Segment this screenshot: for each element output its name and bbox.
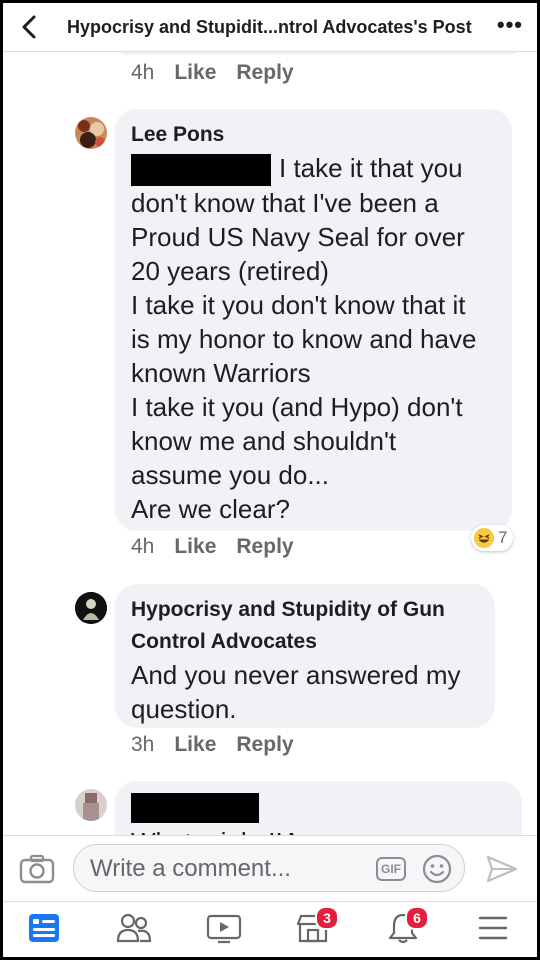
like-button[interactable]: Like: [174, 733, 216, 756]
reaction-summary[interactable]: 7: [471, 525, 514, 551]
comment-time: 3h: [131, 733, 155, 756]
profile-photo-icon: [75, 117, 107, 149]
notifications-tab[interactable]: 6: [385, 906, 429, 948]
comment-bubble: Hypocrisy and Stupidity of Gun Control A…: [115, 584, 495, 728]
reply-button[interactable]: Reply: [236, 535, 293, 558]
comment-composer: Write a comment... GIF: [3, 835, 537, 902]
comments-feed[interactable]: 4h Like Reply Lee Pons I take it that you …: [3, 51, 537, 835]
comment-bubble: Lee Pons I take it that you don't know t…: [115, 109, 512, 531]
comment-input[interactable]: Write a comment... GIF: [73, 844, 465, 892]
like-button[interactable]: Like: [174, 535, 216, 558]
menu-tab[interactable]: [477, 912, 517, 948]
redacted-name: [131, 154, 271, 187]
comment-bubble: What a joke!!Are we: [115, 781, 522, 835]
camera-icon[interactable]: [19, 854, 55, 884]
reaction-count: 7: [498, 528, 508, 547]
menu-icon: [478, 916, 508, 940]
bottom-navigation: 3 6: [3, 901, 537, 957]
comment-meta: 3h Like Reply: [131, 733, 314, 757]
marketplace-tab[interactable]: 3: [295, 906, 339, 948]
comment-meta: 4h Like Reply: [131, 535, 314, 559]
comment-author[interactable]: Lee Pons: [131, 119, 496, 151]
blurred-profile-photo-icon: [75, 789, 107, 821]
news-feed-icon: [29, 914, 59, 942]
friends-tab[interactable]: [116, 912, 156, 948]
watch-tab[interactable]: [206, 912, 246, 948]
send-icon[interactable]: [485, 854, 519, 884]
screen: Hypocrisy and Stupidit...ntrol Advocates…: [3, 3, 537, 957]
reply-button[interactable]: Reply: [236, 733, 293, 756]
more-options-button[interactable]: •••: [497, 14, 523, 36]
news-feed-tab[interactable]: [27, 912, 67, 948]
marketplace-badge: 3: [315, 906, 339, 930]
comment-text: What a joke!!Are we: [131, 825, 506, 835]
comment-time: 4h: [131, 61, 155, 84]
page-profile-photo-icon: [75, 592, 107, 624]
gif-button[interactable]: GIF: [376, 857, 406, 881]
comment-text: And you never answered my question.: [131, 660, 461, 724]
comment-time: 4h: [131, 535, 155, 558]
notifications-badge: 6: [405, 906, 429, 930]
avatar[interactable]: [75, 592, 107, 624]
page-title: Hypocrisy and Stupidit...ntrol Advocates…: [67, 17, 472, 37]
comment-text: I take it that you don't know that I've …: [131, 153, 477, 525]
comment-meta: 4h Like Reply: [131, 61, 314, 85]
comment-author[interactable]: Hypocrisy and Stupidity of Gun Control A…: [131, 594, 479, 658]
watch-icon: [206, 914, 242, 944]
comment-input-placeholder: Write a comment...: [90, 855, 291, 882]
like-button[interactable]: Like: [174, 61, 216, 84]
top-bar: Hypocrisy and Stupidit...ntrol Advocates…: [3, 3, 537, 52]
chevron-left-icon[interactable]: [17, 14, 43, 40]
avatar[interactable]: [75, 789, 107, 821]
emoji-smile-icon[interactable]: [422, 854, 452, 884]
haha-emoji-icon: [474, 528, 494, 548]
avatar[interactable]: [75, 117, 107, 149]
redacted-name: [131, 793, 259, 823]
reply-button[interactable]: Reply: [236, 61, 293, 84]
friends-icon: [116, 913, 152, 943]
